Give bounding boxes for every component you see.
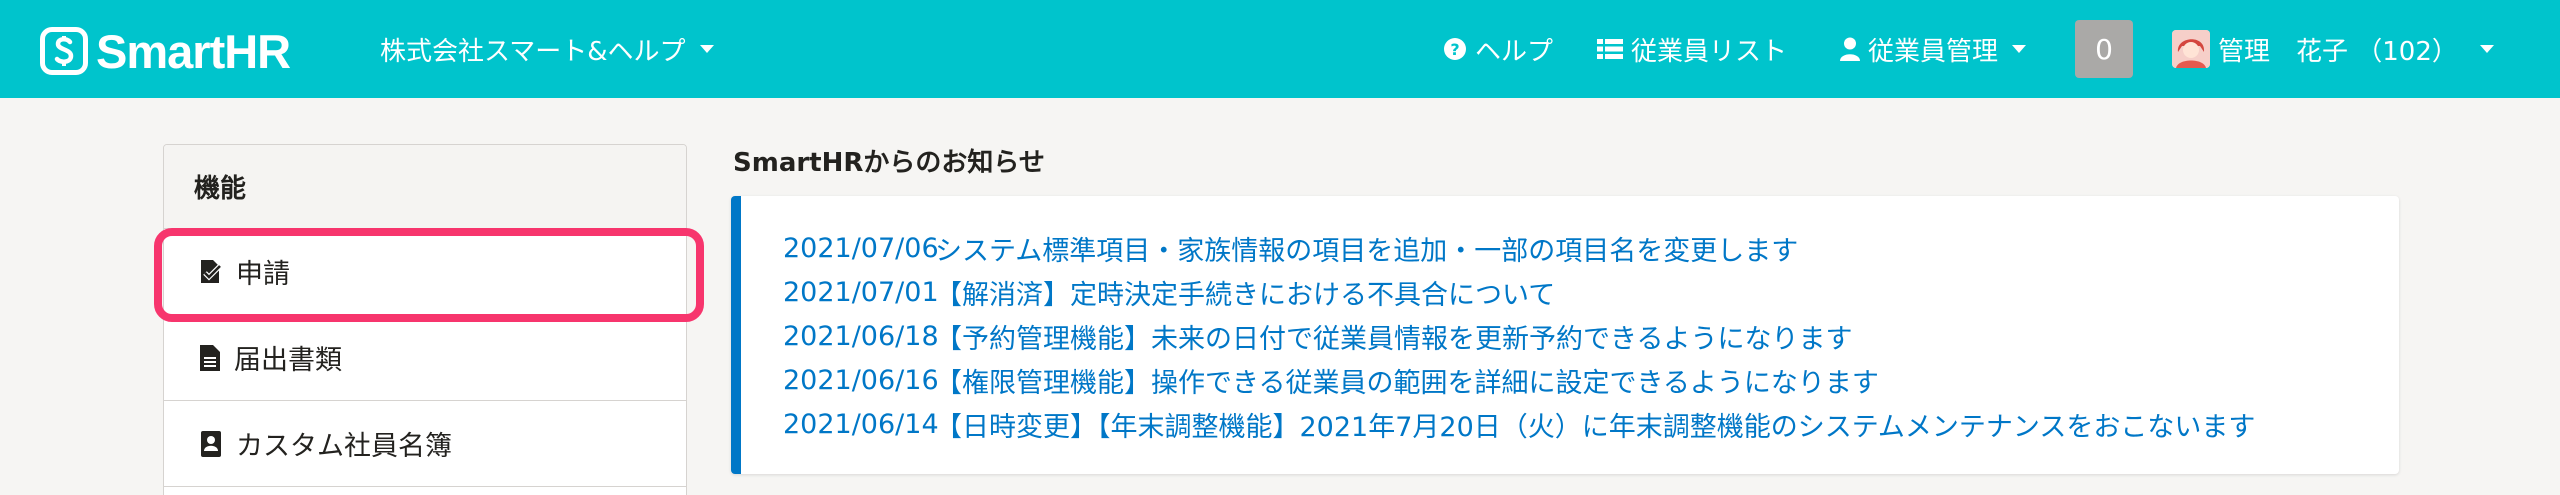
sidebar-item-documents[interactable]: 届出書類 bbox=[164, 315, 686, 401]
notice-date: 2021/06/18 bbox=[783, 320, 939, 352]
notice-title: 【予約管理機能】未来の日付で従業員情報を更新予約できるようになります bbox=[935, 323, 1853, 355]
notice-link[interactable]: 2021/06/18 【予約管理機能】未来の日付で従業員情報を更新予約できるよう… bbox=[783, 314, 2255, 358]
nav-help-label: ヘルプ bbox=[1475, 36, 1554, 67]
document-icon bbox=[200, 344, 220, 371]
notices-card: 2021/07/06 システム標準項目・家族情報の項目を追加・一部の項目名を変更… bbox=[731, 196, 2399, 474]
nav-employee-mgmt-menu[interactable]: 従業員管理 bbox=[1840, 28, 2027, 70]
address-book-icon bbox=[201, 430, 221, 457]
avatar bbox=[2172, 30, 2210, 68]
user-icon bbox=[1840, 37, 1860, 61]
logo-text: SmartHR bbox=[96, 24, 291, 78]
notice-date: 2021/06/14 bbox=[783, 408, 939, 440]
notice-title: 【日時変更】【年末調整機能】2021年7月20日（火）に年末調整機能のシステムメ… bbox=[935, 411, 2256, 443]
notice-link[interactable]: 2021/06/14 【日時変更】【年末調整機能】2021年7月20日（火）に年… bbox=[783, 402, 2255, 446]
notice-title: 【解消済】定時決定手続きにおける不具合について bbox=[935, 279, 1556, 311]
notice-link[interactable]: 2021/06/16 【権限管理機能】操作できる従業員の範囲を詳細に設定できるよ… bbox=[783, 358, 2255, 402]
notice-title: 【権限管理機能】操作できる従業員の範囲を詳細に設定できるようになります bbox=[935, 367, 1879, 399]
chevron-down-icon bbox=[2479, 45, 2494, 53]
notification-badge[interactable]: 0 bbox=[2075, 20, 2133, 78]
notices-list: 2021/07/06 システム標準項目・家族情報の項目を追加・一部の項目名を変更… bbox=[783, 226, 2255, 446]
company-switcher[interactable]: 株式会社スマート&ヘルプ bbox=[380, 31, 714, 67]
nav-help-link[interactable]: ? ヘルプ bbox=[1443, 28, 1553, 70]
list-icon bbox=[1597, 39, 1623, 59]
notice-title: システム標準項目・家族情報の項目を追加・一部の項目名を変更します bbox=[935, 235, 1799, 267]
sidebar-item-custom-roster[interactable]: カスタム社員名簿 bbox=[164, 401, 686, 487]
notice-link[interactable]: 2021/07/01 【解消済】定時決定手続きにおける不具合について bbox=[783, 270, 2255, 314]
user-menu[interactable]: 管理 花子 （102） bbox=[2172, 28, 2494, 70]
notice-date: 2021/06/16 bbox=[783, 364, 939, 396]
sidebar-title: 機能 bbox=[164, 145, 686, 229]
notice-link[interactable]: 2021/07/06 システム標準項目・家族情報の項目を追加・一部の項目名を変更… bbox=[783, 226, 2255, 270]
chevron-down-icon bbox=[2012, 45, 2027, 53]
s-glyph-icon bbox=[54, 36, 74, 66]
notice-date: 2021/07/06 bbox=[783, 232, 939, 264]
top-header: SmartHR 株式会社スマート&ヘルプ ? ヘルプ 従業員リスト 従業員管理 … bbox=[0, 0, 2560, 98]
highlight-frame bbox=[154, 228, 704, 322]
nav-employee-mgmt-label: 従業員管理 bbox=[1868, 36, 1999, 67]
sidebar-item-label: カスタム社員名簿 bbox=[236, 431, 452, 462]
notices-heading: SmartHRからのお知らせ bbox=[733, 147, 1045, 178]
smarthr-logo[interactable]: SmartHR bbox=[40, 24, 291, 78]
nav-employee-list-link[interactable]: 従業員リスト bbox=[1597, 28, 1787, 70]
question-circle-icon: ? bbox=[1444, 38, 1466, 60]
notice-date: 2021/07/01 bbox=[783, 276, 939, 308]
user-name: 管理 花子 （102） bbox=[2218, 36, 2458, 67]
nav-employee-list-label: 従業員リスト bbox=[1631, 36, 1788, 67]
avatar-icon bbox=[2172, 30, 2210, 68]
company-name: 株式会社スマート&ヘルプ bbox=[380, 36, 686, 67]
chevron-down-icon bbox=[699, 45, 714, 53]
svg-text:?: ? bbox=[1450, 40, 1459, 59]
sidebar-item-label: 届出書類 bbox=[234, 345, 342, 376]
logo-mark-icon bbox=[40, 27, 88, 75]
